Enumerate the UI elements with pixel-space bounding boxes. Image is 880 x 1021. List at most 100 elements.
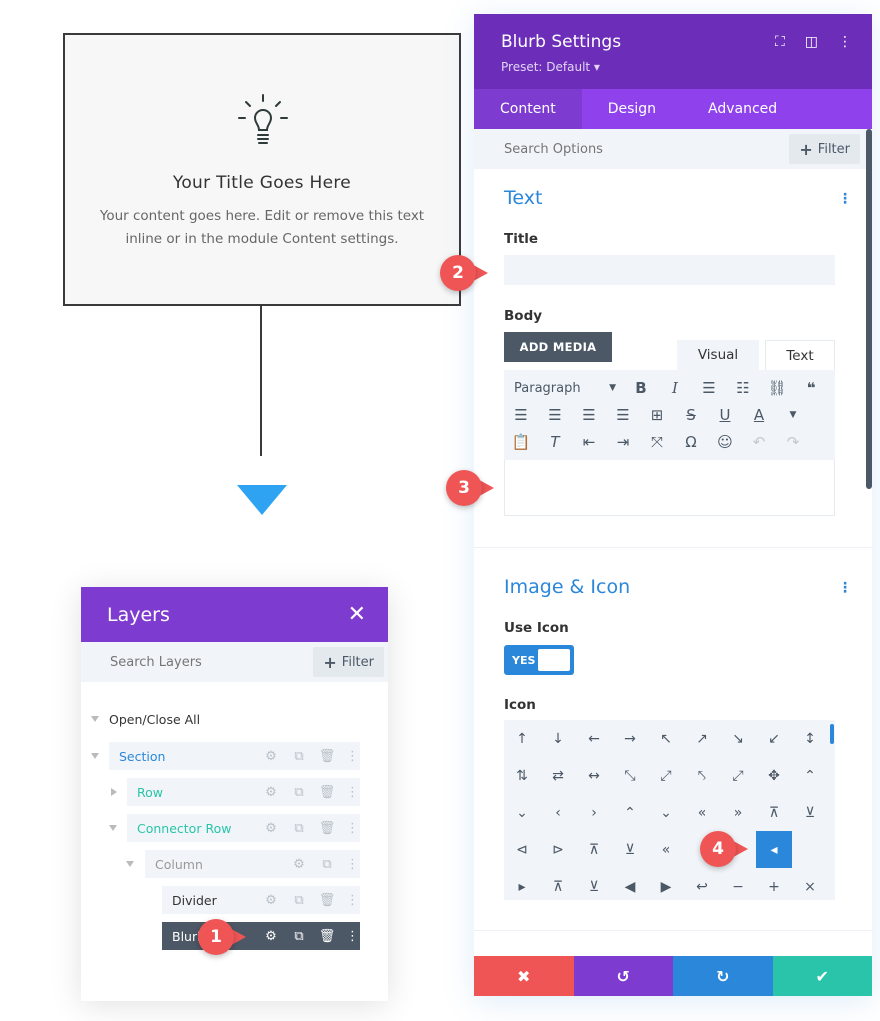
layer-row-section[interactable]: Section ⚙ ⧉ 🗑 ⋮	[109, 742, 360, 770]
link-icon[interactable]: ⛓	[760, 379, 794, 397]
icon-option[interactable]: ⊲	[504, 831, 540, 868]
underline-icon[interactable]: U	[708, 406, 742, 424]
icon-option[interactable]: −	[720, 868, 756, 905]
trash-icon[interactable]: 🗑	[318, 785, 336, 800]
icon-option[interactable]: ⊻	[576, 868, 612, 905]
outdent-icon[interactable]: ⇤	[572, 433, 606, 451]
icon-option[interactable]: ↙	[756, 720, 792, 757]
trash-icon[interactable]: 🗑	[318, 929, 336, 944]
layer-row-divider[interactable]: Divider ⚙ ⧉ 🗑 ⋮	[162, 886, 360, 914]
icon-option[interactable]: ⊻	[792, 794, 828, 831]
tab-design[interactable]: Design	[582, 89, 682, 129]
icon-option[interactable]: ⊼	[576, 831, 612, 868]
open-close-all[interactable]: Open/Close All	[91, 704, 200, 734]
tab-text[interactable]: Text	[765, 340, 835, 370]
icon-option[interactable]	[792, 831, 828, 868]
preset-selector[interactable]: Preset: Default ▾	[501, 60, 600, 74]
caret-down-icon[interactable]: ▼	[776, 410, 810, 420]
image-icon-section-title[interactable]: Image & Icon	[504, 576, 630, 598]
tab-content[interactable]: Content	[474, 89, 582, 129]
justify-icon[interactable]: ☰	[606, 406, 640, 424]
icon-option[interactable]: «	[684, 794, 720, 831]
body-editor[interactable]	[504, 460, 835, 516]
gear-icon[interactable]: ⚙	[262, 821, 280, 836]
icon-option[interactable]: ⌃	[612, 794, 648, 831]
icon-option[interactable]: ↖	[648, 720, 684, 757]
align-right-icon[interactable]: ☰	[572, 406, 606, 424]
table-icon[interactable]: ⊞	[640, 406, 674, 424]
icon-option[interactable]: ‹	[540, 794, 576, 831]
special-character-icon[interactable]: Ω	[674, 433, 708, 451]
icon-option[interactable]: ↑	[504, 720, 540, 757]
icon-option[interactable]: ⇄	[540, 757, 576, 794]
icon-option[interactable]: ⤢	[648, 757, 684, 794]
align-center-icon[interactable]: ☰	[538, 406, 572, 424]
icon-option[interactable]: ↕	[792, 720, 828, 757]
chevron-right-icon[interactable]	[111, 788, 117, 798]
icon-option[interactable]: «	[648, 831, 684, 868]
undo-icon[interactable]: ↶	[742, 433, 776, 451]
blurb-preview[interactable]: Your Title Goes Here Your content goes h…	[63, 33, 461, 306]
icon-option[interactable]: ↩	[684, 868, 720, 905]
icon-option[interactable]: ▸	[504, 868, 540, 905]
icon-option[interactable]: ⊻	[612, 831, 648, 868]
duplicate-icon[interactable]: ⧉	[290, 785, 308, 800]
close-icon[interactable]: ✕	[348, 603, 366, 626]
icon-option[interactable]: →	[612, 720, 648, 757]
indent-icon[interactable]: ⇥	[606, 433, 640, 451]
icon-option[interactable]: ⌄	[648, 794, 684, 831]
emoji-icon[interactable]: ☺	[708, 433, 742, 451]
options-search-input[interactable]	[504, 141, 704, 157]
trash-icon[interactable]: 🗑	[318, 821, 336, 836]
icon-option-selected[interactable]: ◂	[756, 831, 792, 868]
gear-icon[interactable]: ⚙	[262, 785, 280, 800]
icon-option[interactable]: ↗	[684, 720, 720, 757]
chevron-down-icon[interactable]	[109, 824, 127, 833]
gear-icon[interactable]: ⚙	[290, 857, 308, 872]
icon-option[interactable]: ⤡	[612, 757, 648, 794]
options-filter-button[interactable]: + Filter	[789, 134, 860, 164]
icon-picker-scrollbar[interactable]	[830, 724, 834, 744]
icon-option[interactable]: ⤢	[720, 757, 756, 794]
icon-option[interactable]: ↔	[576, 757, 612, 794]
gear-icon[interactable]: ⚙	[262, 929, 280, 944]
more-icon[interactable]: ⋮	[346, 821, 359, 836]
icon-option[interactable]: ⊼	[756, 794, 792, 831]
text-color-icon[interactable]: A	[742, 406, 776, 424]
duplicate-icon[interactable]: ⧉	[318, 857, 336, 872]
split-view-icon[interactable]: ◫	[805, 34, 818, 50]
bold-icon[interactable]: B	[624, 379, 658, 397]
icon-option[interactable]: ↓	[540, 720, 576, 757]
more-icon[interactable]: ⋮	[346, 929, 359, 944]
gear-icon[interactable]: ⚙	[262, 749, 280, 764]
more-icon[interactable]: ⋮	[346, 749, 359, 764]
icon-option[interactable]: ⇅	[504, 757, 540, 794]
icon-option[interactable]: ⊳	[540, 831, 576, 868]
title-input[interactable]	[504, 255, 835, 285]
gear-icon[interactable]: ⚙	[262, 893, 280, 908]
cancel-button[interactable]: ✖	[474, 956, 574, 996]
trash-icon[interactable]: 🗑	[318, 893, 336, 908]
paste-text-icon[interactable]: 📋	[504, 433, 538, 451]
icon-option[interactable]: ✥	[756, 757, 792, 794]
layers-filter-button[interactable]: + Filter	[313, 647, 384, 677]
more-icon[interactable]: ⋮	[346, 785, 359, 800]
bullet-list-icon[interactable]: ☰	[692, 379, 726, 397]
layer-row-connector-row[interactable]: Connector Row ⚙ ⧉ 🗑 ⋮	[127, 814, 360, 842]
strikethrough-icon[interactable]: S	[674, 406, 708, 424]
clear-formatting-icon[interactable]: T	[538, 433, 572, 451]
trash-icon[interactable]: 🗑	[318, 749, 336, 764]
quote-icon[interactable]: ❝	[794, 379, 828, 397]
settings-scrollbar[interactable]	[866, 129, 872, 489]
duplicate-icon[interactable]: ⧉	[290, 929, 308, 944]
layers-search-input[interactable]	[110, 654, 280, 670]
duplicate-icon[interactable]: ⧉	[290, 749, 308, 764]
more-icon[interactable]: ⋮	[346, 893, 359, 908]
save-button[interactable]: ✔	[772, 956, 872, 996]
align-left-icon[interactable]: ☰	[504, 406, 538, 424]
more-icon[interactable]: ⋮	[346, 857, 359, 872]
add-media-button[interactable]: ADD MEDIA	[504, 332, 612, 362]
icon-option[interactable]: ⌄	[504, 794, 540, 831]
chevron-down-icon[interactable]	[91, 752, 109, 761]
fullscreen-icon[interactable]: ⤧	[640, 433, 674, 451]
